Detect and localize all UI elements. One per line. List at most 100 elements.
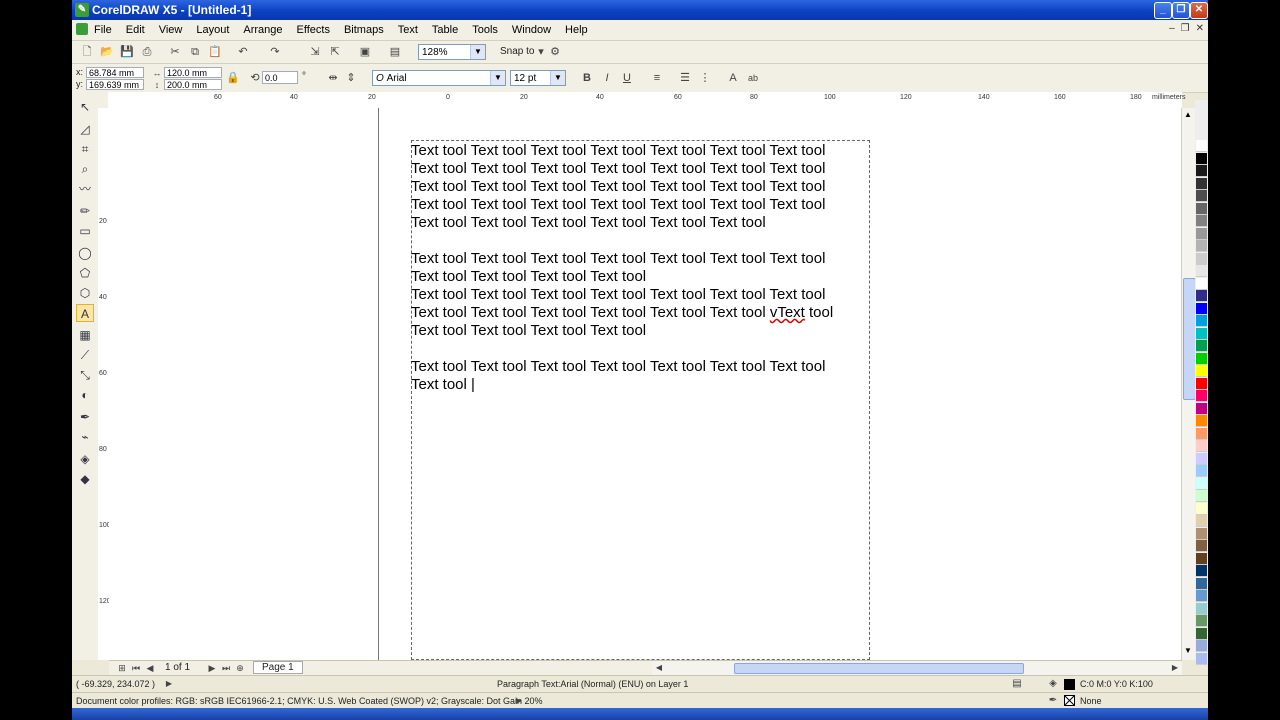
outline-tool-icon[interactable]: ⌁ [76, 428, 94, 446]
color-swatch[interactable] [1196, 552, 1207, 565]
chevron-down-icon[interactable]: ▾ [534, 45, 548, 59]
chevron-down-icon[interactable]: ▼ [550, 71, 565, 85]
fill-tool-icon[interactable]: ◈ [76, 450, 94, 468]
color-swatch[interactable] [1196, 515, 1207, 527]
menu-text[interactable]: Text [398, 24, 418, 36]
table-tool-icon[interactable]: ▦ [76, 326, 94, 344]
color-swatch[interactable] [1196, 440, 1207, 452]
menu-effects[interactable]: Effects [297, 24, 330, 36]
blend-tool-icon[interactable]: ◐ [76, 386, 94, 404]
menu-table[interactable]: Table [432, 24, 458, 36]
horizontal-scrollbar[interactable]: ◀ ▶ [652, 660, 1182, 675]
menu-bitmaps[interactable]: Bitmaps [344, 24, 384, 36]
document-navigator-icon[interactable]: ⊞ [115, 661, 129, 675]
ruler-origin[interactable] [98, 92, 108, 108]
vertical-scrollbar[interactable]: ▲ ▼ [1181, 108, 1196, 660]
color-swatch[interactable] [1196, 627, 1207, 640]
color-swatch[interactable] [1196, 602, 1207, 615]
color-swatch[interactable] [1196, 240, 1207, 252]
color-swatch[interactable] [1196, 290, 1207, 302]
horizontal-ruler[interactable]: 60 40 20 0 20 40 60 80 100 120 140 160 1… [108, 92, 1185, 109]
close-button[interactable]: ✕ [1190, 2, 1208, 19]
color-swatch[interactable] [1196, 390, 1207, 402]
color-swatch[interactable] [1196, 377, 1207, 390]
crop-tool-icon[interactable]: ⌗ [76, 140, 94, 158]
zoom-combo[interactable]: 128% ▼ [418, 44, 486, 60]
outline-none-icon[interactable] [1064, 695, 1075, 706]
color-swatch[interactable] [1196, 427, 1207, 440]
width-field[interactable]: 120.0 mm [164, 67, 222, 78]
color-swatch[interactable] [1196, 402, 1207, 415]
doc-restore-icon[interactable]: ❐ [1181, 23, 1190, 34]
color-swatch[interactable] [1196, 540, 1207, 552]
doc-minimize-icon[interactable]: – [1169, 23, 1175, 34]
last-page-icon[interactable]: ⏭ [219, 661, 233, 675]
bullets-icon[interactable]: ☰ [678, 71, 692, 85]
open-icon[interactable]: 📂 [100, 45, 114, 59]
shape-tool-icon[interactable]: ◿ [76, 120, 94, 138]
color-swatch[interactable] [1196, 215, 1207, 227]
options-icon[interactable]: ⚙ [548, 45, 562, 59]
zoom-tool-icon[interactable]: ⌕ [76, 160, 94, 178]
minimize-button[interactable]: _ [1154, 2, 1172, 19]
polygon-tool-icon[interactable]: ⬠ [76, 264, 94, 282]
align-icon[interactable]: ≡ [650, 71, 664, 85]
page-tab[interactable]: Page 1 [253, 661, 303, 674]
color-swatch[interactable] [1196, 502, 1207, 515]
basic-shapes-icon[interactable]: ⬡ [76, 284, 94, 302]
save-icon[interactable]: 💾 [120, 45, 134, 59]
chevron-down-icon[interactable]: ▼ [490, 71, 505, 85]
scroll-right-icon[interactable]: ▶ [1168, 661, 1182, 675]
color-swatch[interactable] [1196, 165, 1207, 177]
color-swatch[interactable] [1196, 352, 1207, 365]
menu-help[interactable]: Help [565, 24, 588, 36]
maximize-button[interactable]: ❐ [1172, 2, 1190, 19]
application-launcher-icon[interactable]: ▣ [358, 45, 372, 59]
color-swatch[interactable] [1196, 577, 1207, 590]
color-swatch[interactable] [1196, 415, 1207, 427]
pick-tool-icon[interactable]: ↖ [76, 98, 94, 116]
color-swatch[interactable] [1196, 177, 1207, 190]
next-page-icon[interactable]: ▶ [205, 661, 219, 675]
snap-to-label[interactable]: Snap to [500, 46, 534, 57]
chevron-down-icon[interactable]: ▼ [470, 45, 485, 59]
horizontal-scroll-thumb[interactable] [734, 663, 1024, 674]
print-icon[interactable]: ⎙ [140, 45, 154, 59]
scroll-left-icon[interactable]: ◀ [652, 661, 666, 675]
redo-icon[interactable]: ↷ [268, 45, 282, 59]
scroll-down-icon[interactable]: ▼ [1184, 646, 1192, 655]
color-swatch[interactable] [1196, 640, 1207, 652]
color-swatch[interactable] [1196, 465, 1207, 477]
menu-file[interactable]: File [94, 24, 112, 36]
color-swatch[interactable] [1196, 615, 1207, 627]
color-swatch[interactable] [1196, 590, 1207, 602]
color-swatch[interactable] [1196, 315, 1207, 327]
connector-tool-icon[interactable]: ⤡ [76, 366, 94, 384]
menu-edit[interactable]: Edit [126, 24, 145, 36]
font-size-combo[interactable]: 12 pt ▼ [510, 70, 566, 86]
fill-color-swatch[interactable] [1064, 679, 1075, 690]
color-swatch[interactable] [1196, 565, 1207, 577]
menu-layout[interactable]: Layout [196, 24, 229, 36]
rotate-icon[interactable]: ⟲ [248, 71, 262, 85]
play-icon[interactable]: ▶ [162, 677, 176, 691]
smart-fill-icon[interactable]: ✏ [76, 202, 94, 220]
doc-close-icon[interactable]: ✕ [1196, 23, 1204, 34]
color-swatch[interactable] [1196, 652, 1207, 665]
color-swatch[interactable] [1196, 340, 1207, 352]
lock-ratio-icon[interactable]: 🔒 [226, 71, 240, 85]
undo-icon[interactable]: ↶ [236, 45, 250, 59]
color-swatch[interactable] [1196, 265, 1207, 277]
document-info-icon[interactable]: ▤ [1010, 677, 1024, 691]
font-list-combo[interactable]: O Arial ▼ [372, 70, 506, 86]
color-swatch[interactable] [1196, 152, 1207, 165]
menu-tools[interactable]: Tools [472, 24, 498, 36]
bold-icon[interactable]: B [580, 71, 594, 85]
outline-pen-icon[interactable]: ✒ [1046, 694, 1060, 708]
previous-page-icon[interactable]: ◀ [143, 661, 157, 675]
underline-icon[interactable]: U [620, 71, 634, 85]
first-page-icon[interactable]: ⏮ [129, 661, 143, 675]
color-swatch[interactable] [1196, 527, 1207, 540]
color-swatch[interactable] [1196, 452, 1207, 465]
italic-icon[interactable]: I [600, 71, 614, 85]
